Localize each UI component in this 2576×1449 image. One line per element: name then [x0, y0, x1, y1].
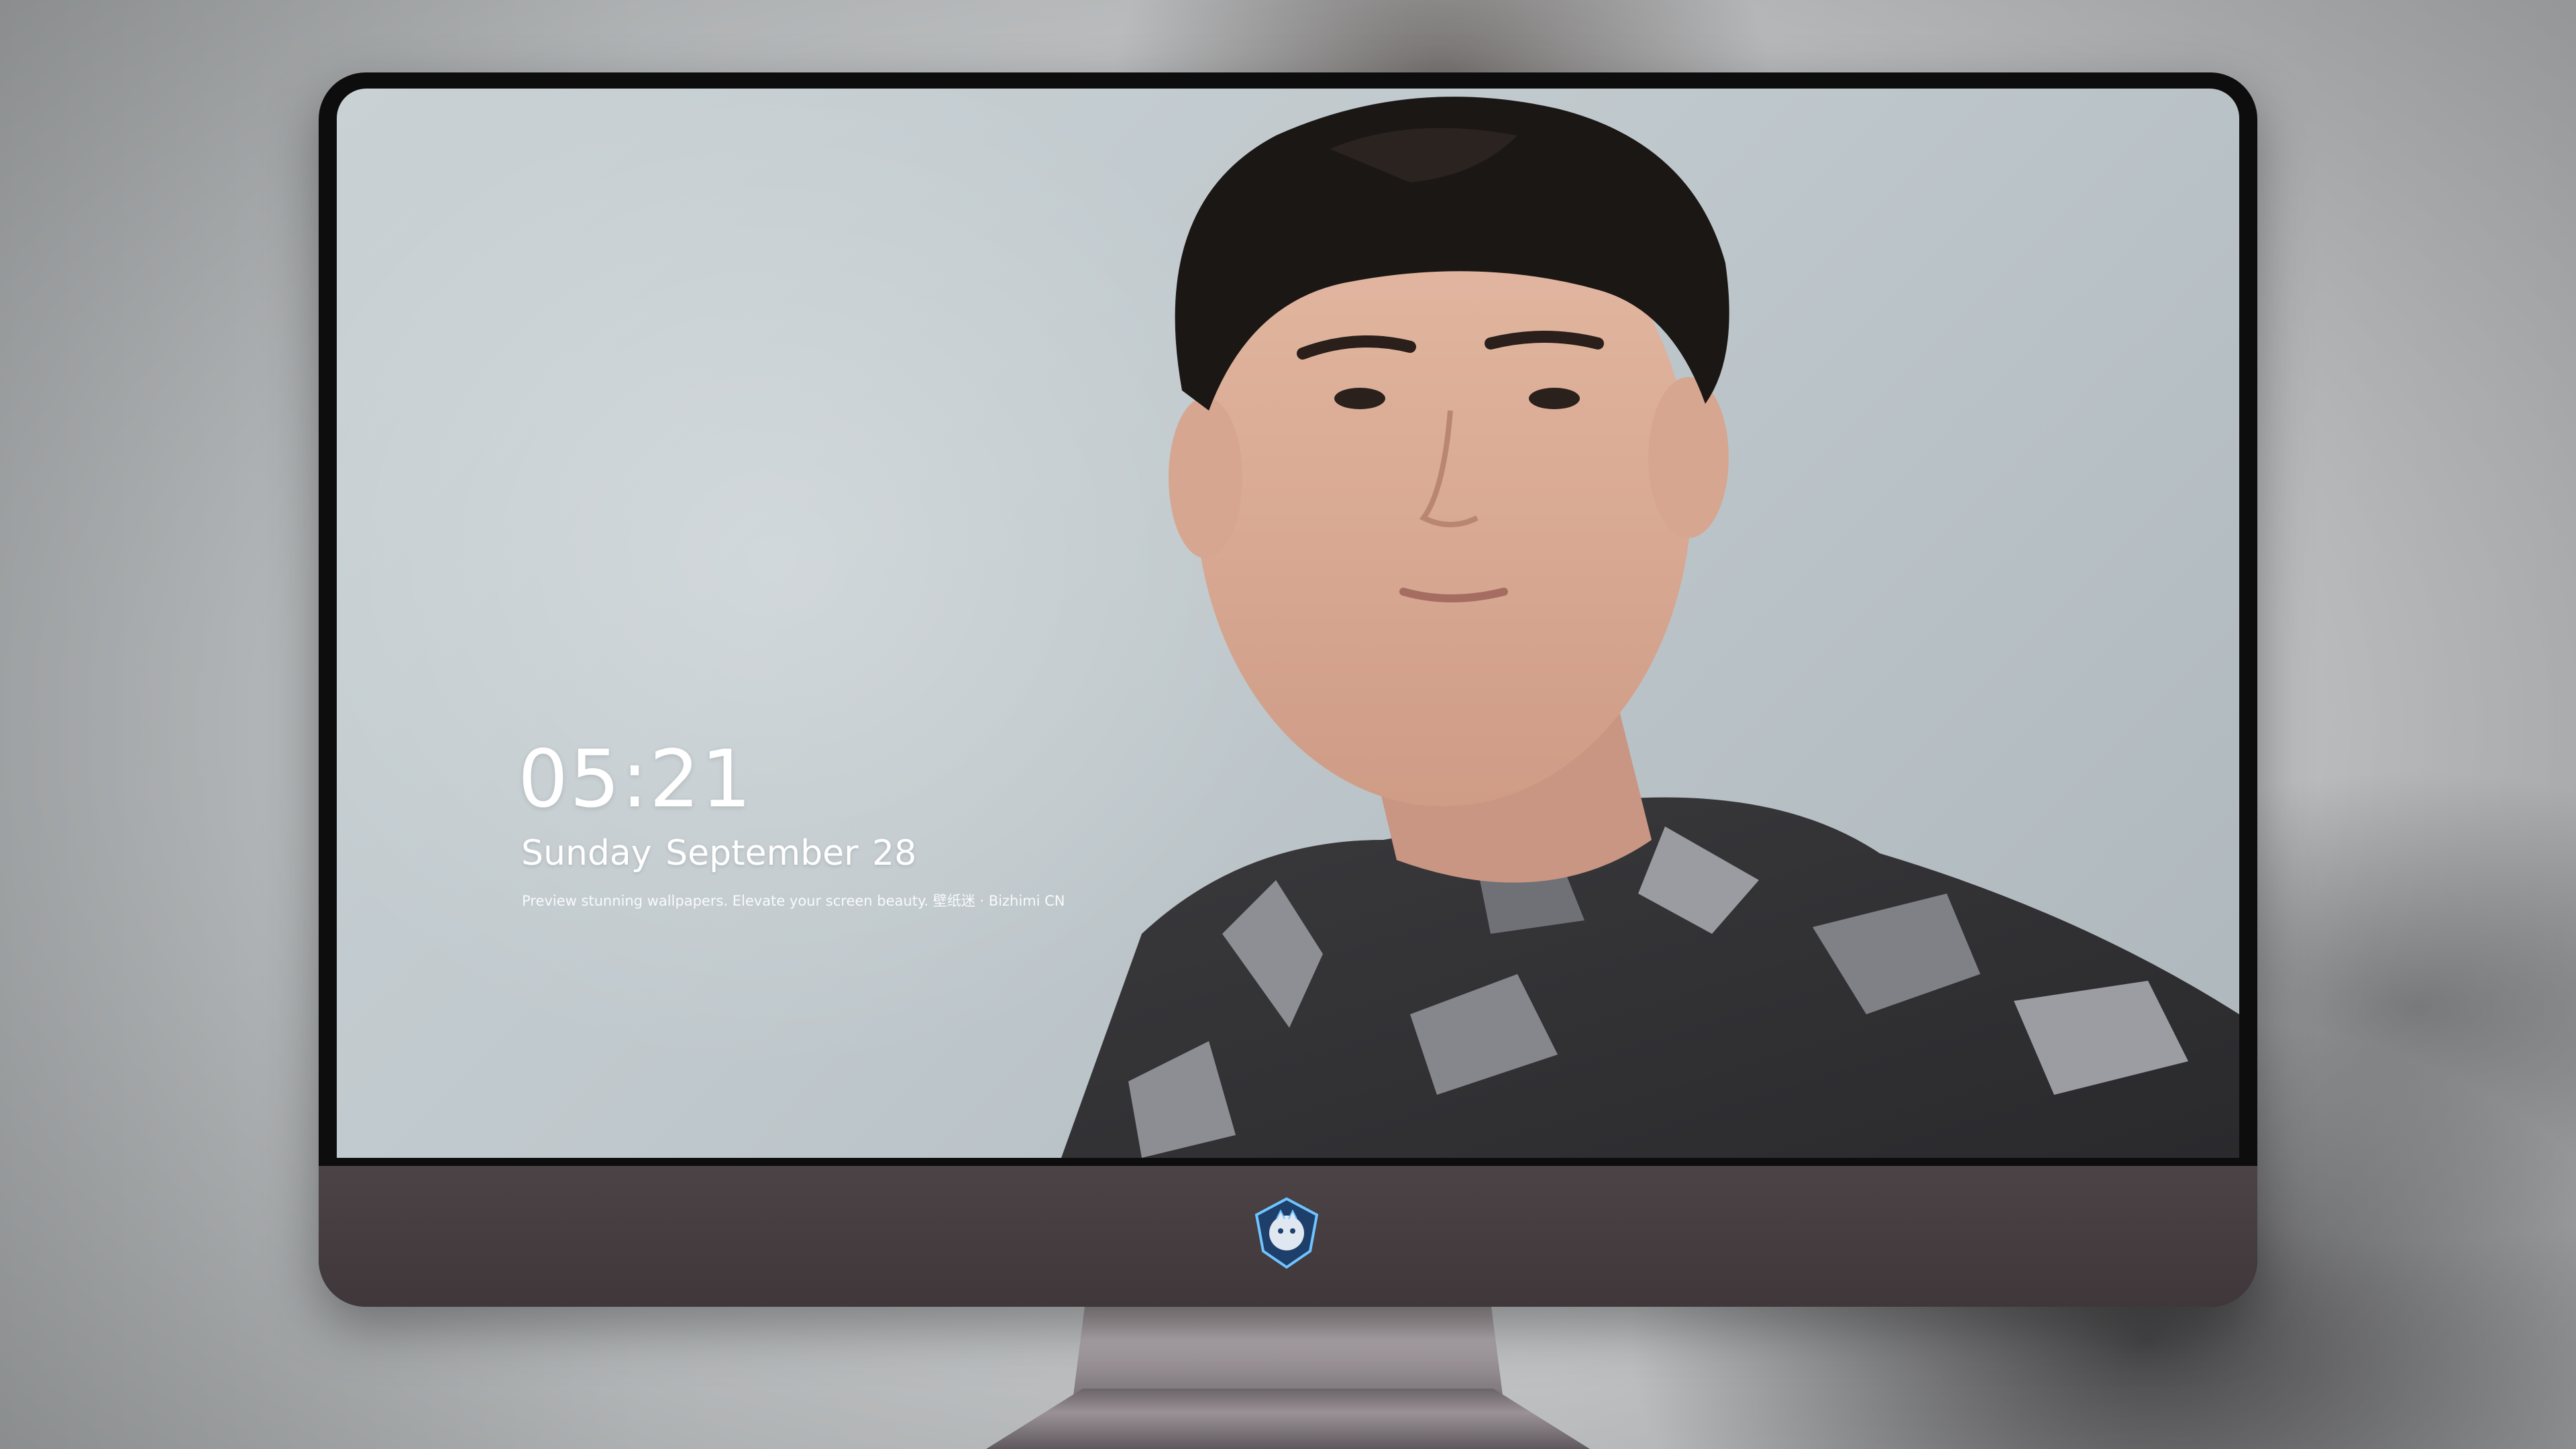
shield-mascot-icon [1254, 1197, 1319, 1269]
lock-screen-tagline: Preview stunning wallpapers. Elevate you… [522, 893, 1065, 909]
monitor: 05:21 Sunday September 28 Preview stunni… [319, 72, 2257, 1307]
lock-screen-date: Sunday September 28 [521, 833, 917, 873]
monitor-stand-neck [1073, 1295, 1503, 1395]
monitor-stand-base [986, 1389, 1590, 1449]
lock-screen-time: 05:21 [518, 733, 753, 825]
wallpaper-portrait [1061, 97, 2239, 1158]
lock-screen: 05:21 Sunday September 28 Preview stunni… [337, 89, 2239, 1158]
